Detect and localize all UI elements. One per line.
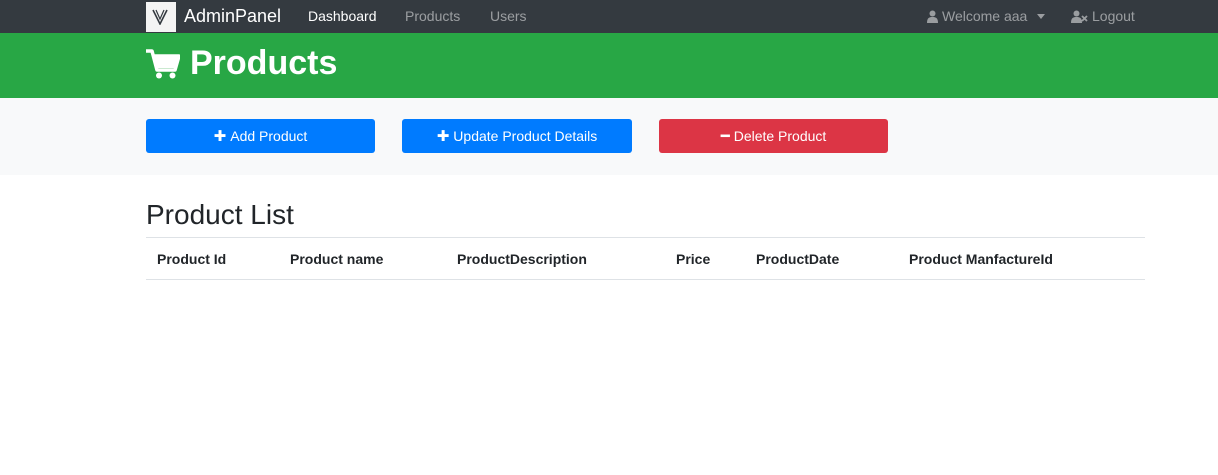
delete-product-label: Delete Product xyxy=(733,128,827,144)
column-header-product-manufacture-id: Product ManfactureId xyxy=(898,237,1145,280)
update-product-button[interactable]: ✚ Update Product Details xyxy=(402,119,632,153)
add-product-label: Add Product xyxy=(230,128,308,144)
plus-icon: ✚ xyxy=(213,128,227,145)
nav-users[interactable]: Users xyxy=(490,0,527,33)
user-menu-label: Welcome aaa xyxy=(942,8,1028,24)
nav-products[interactable]: Products xyxy=(405,0,460,33)
column-header-product-date: ProductDate xyxy=(745,237,898,280)
brand[interactable]: AdminPanel xyxy=(146,0,281,33)
add-product-button[interactable]: ✚ Add Product xyxy=(146,119,375,153)
column-header-product-id: Product Id xyxy=(146,237,279,280)
column-header-product-name: Product name xyxy=(279,237,446,280)
chevron-down-icon xyxy=(1037,14,1046,19)
nav-dashboard[interactable]: Dashboard xyxy=(308,0,377,33)
product-list-title: Product List xyxy=(146,199,294,230)
logout-label: Logout xyxy=(1092,8,1135,24)
table-header-row: Product Id Product name ProductDescripti… xyxy=(146,237,1145,280)
page-title: Products xyxy=(146,44,337,83)
minus-icon: ━ xyxy=(720,128,730,145)
delete-product-button[interactable]: ━ Delete Product xyxy=(659,119,888,153)
plus-icon: ✚ xyxy=(436,128,450,145)
column-header-product-description: ProductDescription xyxy=(446,237,665,280)
user-menu-dropdown[interactable]: Welcome aaa xyxy=(927,0,1046,33)
update-product-label: Update Product Details xyxy=(453,128,598,144)
navbar: AdminPanel Dashboard Products Users Welc… xyxy=(0,0,1218,33)
product-table: Product Id Product name ProductDescripti… xyxy=(146,237,1145,280)
page-title-text: Products xyxy=(190,44,338,82)
page-header: Products xyxy=(0,33,1218,98)
brand-name: AdminPanel xyxy=(184,6,282,26)
user-times-icon xyxy=(1071,10,1088,23)
action-bar: ✚ Add Product ✚ Update Product Details ━… xyxy=(0,98,1218,175)
user-icon xyxy=(927,10,938,23)
column-header-price: Price xyxy=(665,237,745,280)
logout-link[interactable]: Logout xyxy=(1071,0,1135,33)
product-table-container: Product Id Product name ProductDescripti… xyxy=(146,237,1145,280)
shopping-cart-icon xyxy=(146,48,180,78)
brand-logo-icon xyxy=(146,1,176,32)
